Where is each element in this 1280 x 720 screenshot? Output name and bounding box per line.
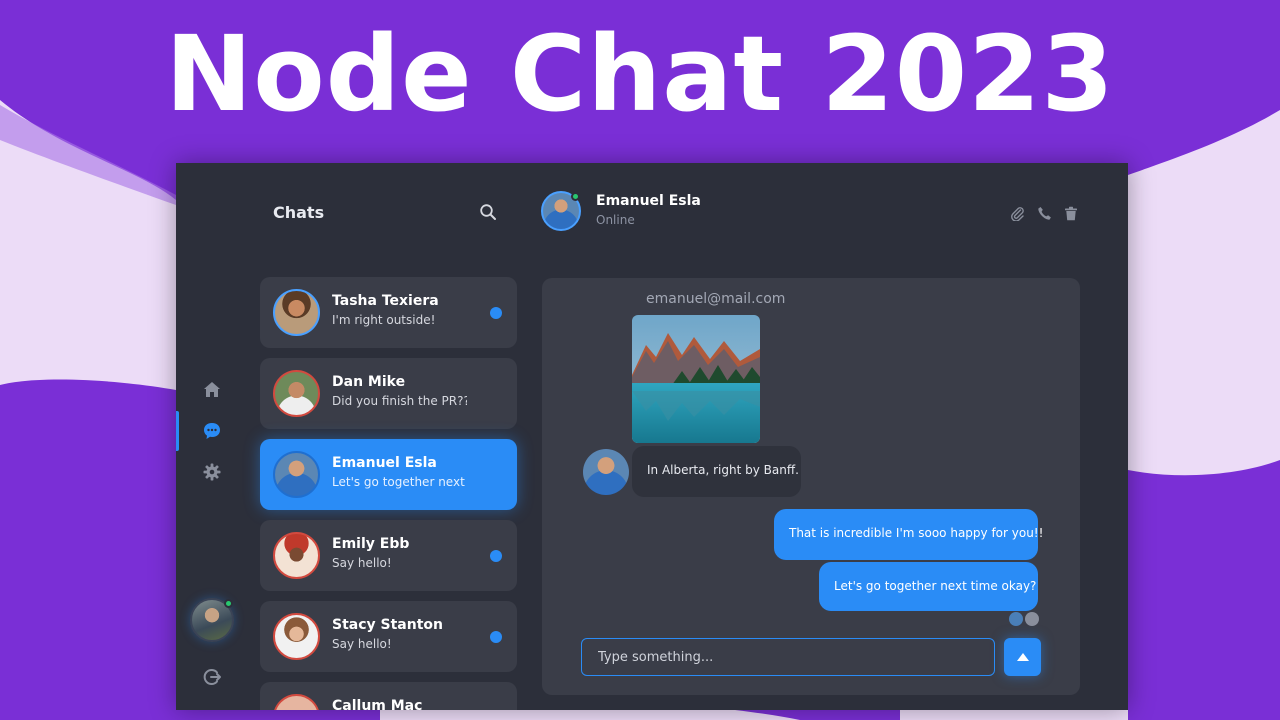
- unread-indicator: [490, 631, 502, 643]
- search-icon[interactable]: [479, 203, 499, 223]
- avatar: [273, 370, 320, 417]
- chat-contact-name: Emanuel Esla: [332, 455, 437, 471]
- chat-last-message: Say hello!: [332, 556, 392, 570]
- active-nav-indicator: [176, 411, 179, 451]
- sender-email: emanuel@mail.com: [646, 291, 786, 307]
- logout-icon[interactable]: [201, 666, 223, 688]
- chat-list-item[interactable]: Dan Mike Did you finish the PR??: [260, 358, 517, 429]
- chat-contact-name: Tasha Texiera: [332, 293, 439, 309]
- chat-list-item[interactable]: Callum Mac: [260, 682, 517, 710]
- send-button[interactable]: [1004, 638, 1041, 676]
- chat-last-message: I'm right outside!: [332, 313, 436, 327]
- unread-indicator: [490, 550, 502, 562]
- chat-contact-name: Dan Mike: [332, 374, 406, 390]
- chat-last-message: Say hello!: [332, 637, 392, 651]
- chat-list-item[interactable]: Emily Ebb Say hello!: [260, 520, 517, 591]
- read-receipt-avatar: [1025, 612, 1039, 626]
- incoming-message: In Alberta, right by Banff.: [632, 446, 801, 497]
- read-receipts: [1009, 612, 1041, 626]
- chat-contact-name: Stacy Stanton: [332, 617, 443, 633]
- chat-contact-name: Callum Mac: [332, 698, 423, 710]
- message-input[interactable]: [581, 638, 995, 676]
- avatar: [273, 451, 320, 498]
- chat-bubble-icon[interactable]: [201, 420, 223, 442]
- shared-image[interactable]: [632, 315, 760, 443]
- outgoing-message: Let's go together next time okay?: [819, 562, 1038, 611]
- conversation-panel: emanuel@mail.com In Alberta, right by Ba…: [542, 278, 1080, 695]
- phone-icon[interactable]: [1037, 206, 1053, 222]
- home-icon[interactable]: [201, 378, 223, 400]
- avatar: [273, 289, 320, 336]
- send-arrow-up-icon: [1016, 653, 1029, 661]
- message-sender-avatar[interactable]: [583, 449, 629, 495]
- chat-app-window: Chats Tasha Texiera I'm right outside! D…: [176, 163, 1128, 710]
- read-receipt-avatar: [1009, 612, 1023, 626]
- avatar: [273, 613, 320, 660]
- chat-list-item[interactable]: Tasha Texiera I'm right outside!: [260, 277, 517, 348]
- user-online-indicator: [224, 599, 233, 608]
- contact-online-indicator: [571, 192, 580, 201]
- chat-list-title: Chats: [273, 203, 325, 222]
- chat-list-item[interactable]: Stacy Stanton Say hello!: [260, 601, 517, 672]
- outgoing-message: That is incredible I'm sooo happy for yo…: [774, 509, 1043, 560]
- chat-list-item[interactable]: Emanuel Esla Let's go together next: [260, 439, 517, 510]
- paperclip-icon[interactable]: [1010, 206, 1026, 222]
- contact-status: Online: [596, 213, 635, 227]
- gear-icon[interactable]: [201, 461, 223, 483]
- contact-name: Emanuel Esla: [596, 193, 701, 209]
- chat-last-message: Let's go together next: [332, 475, 465, 489]
- unread-indicator: [490, 307, 502, 319]
- chat-list-header: Chats: [273, 193, 513, 233]
- avatar: [273, 532, 320, 579]
- nav-rail: [176, 163, 248, 710]
- chat-contact-name: Emily Ebb: [332, 536, 410, 552]
- trash-icon[interactable]: [1064, 206, 1080, 222]
- banner-title: Node Chat 2023: [165, 13, 1115, 135]
- avatar: [273, 694, 320, 710]
- chat-last-message: Did you finish the PR??: [332, 394, 467, 408]
